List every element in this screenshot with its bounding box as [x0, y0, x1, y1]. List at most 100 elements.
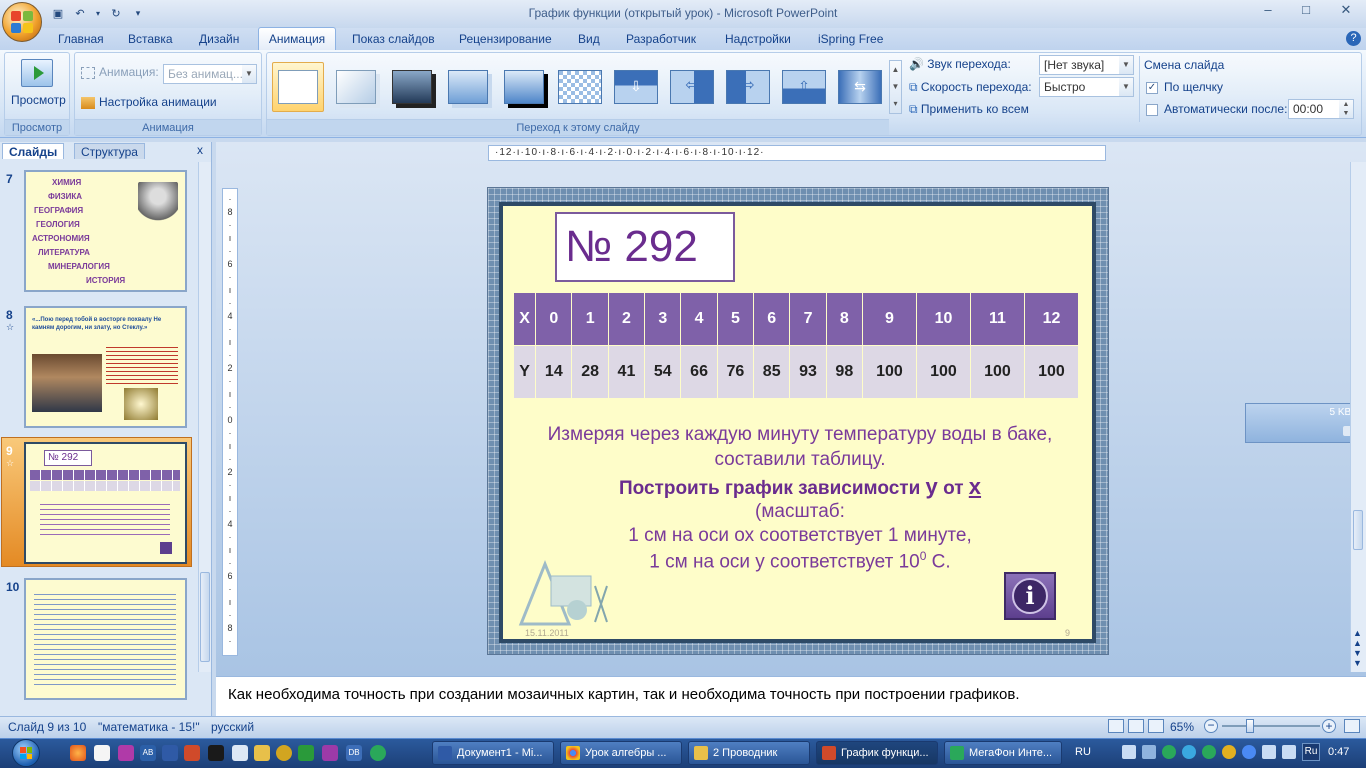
fit-to-window-icon[interactable]	[1344, 719, 1360, 733]
slide-thumbnail-8[interactable]: «...Пою перед тобой в восторге похвалу Н…	[24, 306, 187, 428]
messenger-icon[interactable]	[370, 745, 386, 761]
settings-icon[interactable]	[276, 745, 292, 761]
abbyy-icon[interactable]: AB	[140, 745, 156, 761]
start-button[interactable]	[2, 739, 58, 767]
tab-design[interactable]: Дизайн	[193, 28, 245, 50]
slide-thumbnail-10[interactable]	[24, 578, 187, 700]
scroll-thumb[interactable]	[200, 572, 210, 662]
tab-view[interactable]: Вид	[572, 28, 606, 50]
custom-animation-button[interactable]: Настройка анимации	[81, 95, 217, 109]
transition-wipe-right[interactable]: ⇨	[722, 62, 774, 112]
zoom-slider[interactable]	[1222, 725, 1320, 727]
close-button[interactable]: ✕	[1334, 2, 1358, 22]
minimize-button[interactable]: –	[1256, 2, 1280, 22]
network-tray-icon[interactable]	[1142, 745, 1156, 759]
close-panel-icon[interactable]: x	[197, 143, 203, 157]
keyboard-language[interactable]: RU	[1075, 746, 1091, 758]
database-icon[interactable]: DB	[346, 745, 362, 761]
animation-select[interactable]: Без анимац... ▼	[163, 64, 257, 84]
transition-dissolve[interactable]	[554, 62, 606, 112]
zoom-level[interactable]: 65%	[1170, 720, 1194, 734]
language-indicator[interactable]: русский	[211, 720, 254, 734]
taskbar-item-chrome[interactable]: Урок алгебры ...	[560, 741, 682, 765]
transition-fade-black[interactable]	[386, 62, 438, 112]
taskbar-item-word[interactable]: Документ1 - Mi...	[432, 741, 554, 765]
data-table[interactable]: X 0 1 2 3 4 5 6 7 8 9 10 11 12 Y 14 28 4…	[513, 292, 1079, 399]
transition-wipe-up[interactable]: ⇧	[778, 62, 830, 112]
agent-icon[interactable]	[1202, 745, 1216, 759]
vertical-scrollbar[interactable]: ▲ ▲ ▼ ▼	[1350, 162, 1366, 672]
photo-icon[interactable]	[208, 745, 224, 761]
transition-cut-black[interactable]	[498, 62, 550, 112]
zoom-in-icon[interactable]: +	[1322, 719, 1336, 733]
view-buttons	[1108, 719, 1164, 733]
checkbox-icon	[1146, 103, 1158, 116]
update-icon[interactable]	[1182, 745, 1196, 759]
slide-title[interactable]: № 292	[555, 212, 735, 282]
zoom-slider-thumb[interactable]	[1246, 719, 1254, 733]
gallery-scroll[interactable]: ▲ ▼ ▾	[889, 60, 902, 114]
volume-icon[interactable]	[1282, 745, 1296, 759]
tab-slideshow[interactable]: Показ слайдов	[346, 28, 441, 50]
apply-to-all-button[interactable]: ⧉ Применить ко всем	[909, 102, 1029, 117]
info-button[interactable]: i	[1004, 572, 1056, 620]
transition-sound-select[interactable]: [Нет звука] ▼	[1039, 55, 1134, 75]
auto-after-time-input[interactable]: 00:00 ▲ ▼	[1288, 99, 1354, 119]
scale-x-text: 1 см на оси ох соответствует 1 минуте,	[628, 525, 972, 546]
tab-home[interactable]: Главная	[52, 28, 110, 50]
onenote-icon[interactable]	[322, 745, 338, 761]
clock[interactable]: 0:47	[1328, 746, 1349, 758]
taskbar-item-powerpoint[interactable]: График функци...	[816, 741, 938, 765]
word-icon[interactable]	[162, 745, 178, 761]
normal-view-icon[interactable]	[1108, 719, 1124, 733]
on-click-checkbox[interactable]: ✓ По щелчку	[1146, 80, 1223, 94]
monitor-icon[interactable]	[1122, 745, 1136, 759]
document-icon[interactable]	[232, 745, 248, 761]
tab-slides[interactable]: Слайды	[2, 143, 65, 159]
tab-addins[interactable]: Надстройки	[719, 28, 797, 50]
skype-icon[interactable]	[1162, 745, 1176, 759]
excel-icon[interactable]	[298, 745, 314, 761]
firefox-icon[interactable]	[70, 745, 86, 761]
power-icon[interactable]	[1262, 745, 1276, 759]
slide-sorter-icon[interactable]	[1128, 719, 1144, 733]
office-button[interactable]	[2, 2, 42, 42]
tab-ispring[interactable]: iSpring Free	[812, 28, 889, 50]
slides-scrollbar[interactable]	[198, 162, 211, 672]
tab-developer[interactable]: Разработчик	[620, 28, 702, 50]
zoom-out-icon[interactable]: −	[1204, 719, 1218, 733]
chrome-tray-icon[interactable]	[1242, 745, 1256, 759]
preview-button[interactable]: Просмотр	[11, 93, 66, 107]
tab-animation[interactable]: Анимация	[258, 27, 336, 50]
scroll-thumb[interactable]	[1353, 510, 1363, 550]
tab-review[interactable]: Рецензирование	[453, 28, 558, 50]
taskbar-item-explorer[interactable]: 2 Проводник	[688, 741, 810, 765]
theme-name[interactable]: "математика - 15!"	[98, 720, 200, 734]
media-icon[interactable]	[118, 745, 134, 761]
tab-outline[interactable]: Структура	[74, 143, 145, 159]
notes-pane[interactable]: Как необходима точность при создании моз…	[216, 676, 1366, 716]
slideshow-view-icon[interactable]	[1148, 719, 1164, 733]
powerpoint-icon[interactable]	[184, 745, 200, 761]
slide-thumbnail-7[interactable]: ХИМИЯ ФИЗИКА ГЕОГРАФИЯ ГЕОЛОГИЯ АСТРОНОМ…	[24, 170, 187, 292]
taskbar-item-megafon[interactable]: МегаФон Инте...	[944, 741, 1062, 765]
arrow-up-icon: ⇧	[782, 70, 826, 104]
chrome-icon[interactable]	[94, 745, 110, 761]
folder-icon[interactable]	[254, 745, 270, 761]
preview-group: Просмотр Просмотр	[4, 52, 70, 136]
auto-after-checkbox[interactable]: Автоматически после:	[1146, 102, 1287, 116]
prev-next-slide-icon[interactable]: ▲ ▲ ▼ ▼	[1353, 628, 1362, 668]
transition-fade-smooth[interactable]	[330, 62, 382, 112]
maximize-button[interactable]: □	[1294, 2, 1318, 22]
tab-insert[interactable]: Вставка	[122, 28, 179, 50]
slide-thumbnail-9[interactable]: № 292	[24, 442, 187, 564]
transition-speed-select[interactable]: Быстро ▼	[1039, 77, 1134, 97]
input-language-ru[interactable]: Ru	[1302, 743, 1320, 761]
transition-none[interactable]	[272, 62, 324, 112]
transition-wipe-down[interactable]: ⇩	[610, 62, 662, 112]
transition-cut[interactable]	[442, 62, 494, 112]
transition-wipe-left[interactable]: ⇦	[666, 62, 718, 112]
transition-split[interactable]: ⇆	[834, 62, 886, 112]
help-icon[interactable]: ?	[1346, 31, 1361, 46]
antivirus-icon[interactable]	[1222, 745, 1236, 759]
